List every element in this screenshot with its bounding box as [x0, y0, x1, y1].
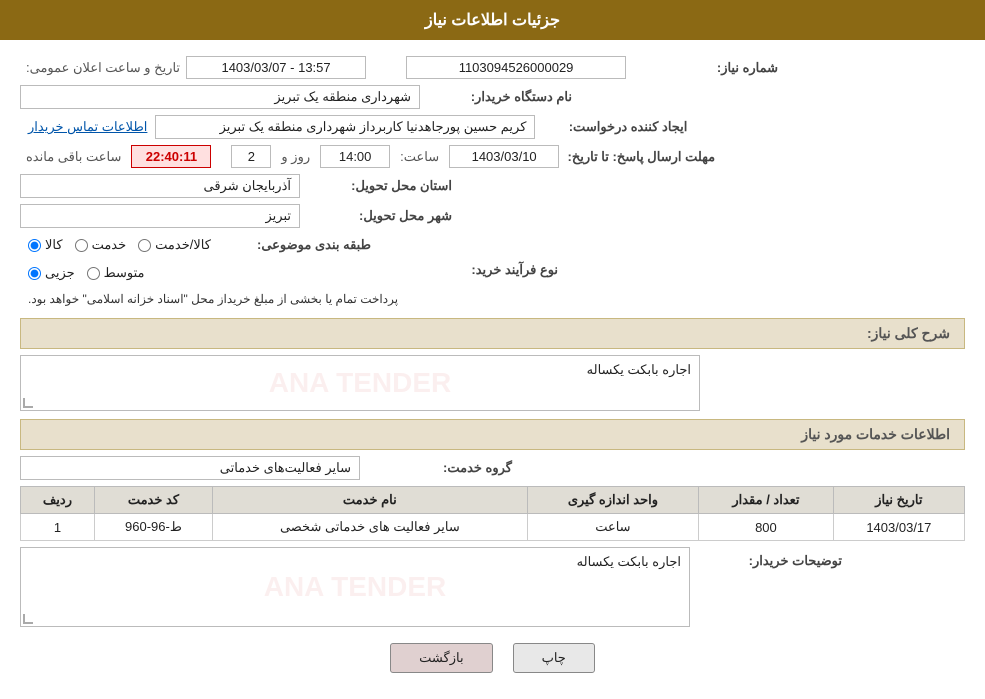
- deadline-timer: 22:40:11: [131, 145, 211, 168]
- button-row: چاپ بازگشت: [20, 643, 965, 673]
- process-jozvi-item: جزیی: [28, 265, 75, 281]
- page-title: جزئیات اطلاعات نیاز: [425, 12, 560, 29]
- category-kala-khedmat-item: کالا/خدمت: [138, 237, 211, 253]
- category-kala-label: کالا: [45, 237, 63, 253]
- deadline-days-label: روز و: [275, 146, 316, 168]
- print-button[interactable]: چاپ: [513, 643, 595, 673]
- col-header-row: ردیف: [21, 487, 95, 514]
- deadline-remaining-label: ساعت باقی مانده: [20, 146, 127, 168]
- content-area: شماره نیاز: 1103094526000029 1403/03/07 …: [0, 50, 985, 679]
- process-jozvi-label: جزیی: [45, 265, 75, 281]
- need-number-row: شماره نیاز: 1103094526000029 1403/03/07 …: [20, 56, 965, 79]
- col-header-count: تعداد / مقدار: [699, 487, 834, 514]
- process-jozvi-radio[interactable]: [28, 267, 41, 280]
- deadline-date: 1403/03/10: [449, 145, 559, 168]
- services-section-title: اطلاعات خدمات مورد نیاز: [20, 419, 965, 450]
- service-group-row: گروه خدمت: سایر فعالیت‌های خدماتی: [20, 456, 965, 480]
- services-section-label: اطلاعات خدمات مورد نیاز: [801, 426, 950, 442]
- cell-name: سایر فعالیت های خدماتی شخصی: [212, 514, 527, 541]
- description-row: اجاره بابکت یکساله ANA TENDER: [20, 355, 965, 411]
- cell-code: ط-96-960: [94, 514, 212, 541]
- province-value: آذربایجان شرقی: [20, 174, 300, 198]
- category-row: طبقه بندی موضوعی: کالا/خدمت خدمت کالا: [20, 234, 965, 256]
- col-header-unit: واحد اندازه گیری: [527, 487, 698, 514]
- page-container: جزئیات اطلاعات نیاز شماره نیاز: 11030945…: [0, 0, 985, 699]
- need-number-label: شماره نیاز:: [626, 60, 786, 76]
- category-kala-khedmat-label: کالا/خدمت: [155, 237, 211, 253]
- category-kala-radio[interactable]: [28, 239, 41, 252]
- cell-unit: ساعت: [527, 514, 698, 541]
- cell-row: 1: [21, 514, 95, 541]
- deadline-row: مهلت ارسال پاسخ: تا تاریخ: 1403/03/10 سا…: [20, 145, 965, 168]
- description-section-title: شرح کلی نیاز:: [20, 318, 965, 349]
- city-value: تبریز: [20, 204, 300, 228]
- resize-handle[interactable]: [23, 398, 33, 408]
- org-name-label: نام دستگاه خریدار:: [420, 89, 580, 105]
- category-khedmat-item: خدمت: [75, 237, 127, 253]
- buyer-desc-value: اجاره بابکت یکساله: [577, 554, 681, 569]
- process-note: پرداخت تمام یا بخشی از مبلغ خریداز محل "…: [20, 288, 406, 310]
- buyer-desc-label: توضیحات خریدار:: [690, 547, 850, 569]
- need-number-value: 1103094526000029: [406, 56, 626, 79]
- contact-link[interactable]: اطلاعات تماس خریدار: [20, 116, 155, 138]
- deadline-days: 2: [231, 145, 271, 168]
- category-radio-group: کالا/خدمت خدمت کالا: [20, 234, 219, 256]
- process-motavaset-item: متوسط: [87, 265, 145, 281]
- back-button[interactable]: بازگشت: [390, 643, 492, 673]
- category-khedmat-label: خدمت: [92, 237, 127, 253]
- category-khedmat-radio[interactable]: [75, 239, 88, 252]
- service-group-label: گروه خدمت:: [360, 460, 520, 476]
- process-row: نوع فرآیند خرید: متوسط جزیی پرداخت تمام …: [20, 262, 965, 310]
- org-name-row: نام دستگاه خریدار: شهرداری منطقه یک تبری…: [20, 85, 965, 109]
- cell-count: 800: [699, 514, 834, 541]
- province-row: استان محل تحویل: آذربایجان شرقی: [20, 174, 965, 198]
- buyer-desc-resize[interactable]: [23, 614, 33, 624]
- category-kala-item: کالا: [28, 237, 63, 253]
- buyer-desc-row: توضیحات خریدار: اجاره بابکت یکساله ANA T…: [20, 547, 965, 627]
- buyer-desc-box: اجاره بابکت یکساله ANA TENDER: [20, 547, 690, 627]
- creator-value: کریم حسین پورجاهدنیا کاربرداز شهرداری من…: [155, 115, 535, 139]
- description-section-label: شرح کلی نیاز:: [867, 325, 950, 341]
- city-label: شهر محل تحویل:: [300, 208, 460, 224]
- services-table-container: تاریخ نیاز تعداد / مقدار واحد اندازه گیر…: [20, 486, 965, 541]
- deadline-time: 14:00: [320, 145, 390, 168]
- process-motavaset-radio[interactable]: [87, 267, 100, 280]
- services-table: تاریخ نیاز تعداد / مقدار واحد اندازه گیر…: [20, 486, 965, 541]
- public-date-value: 1403/03/07 - 13:57: [186, 56, 366, 79]
- table-row: 1403/03/17 800 ساعت سایر فعالیت های خدما…: [21, 514, 965, 541]
- service-group-value: سایر فعالیت‌های خدماتی: [20, 456, 360, 480]
- deadline-timer-label: [215, 154, 227, 160]
- category-kala-khedmat-radio[interactable]: [138, 239, 151, 252]
- creator-label: ایجاد کننده درخواست:: [535, 119, 695, 135]
- col-header-code: کد خدمت: [94, 487, 212, 514]
- org-name-value: شهرداری منطقه یک تبریز: [20, 85, 420, 109]
- col-header-name: نام خدمت: [212, 487, 527, 514]
- process-radio-group: متوسط جزیی: [20, 262, 153, 284]
- page-header: جزئیات اطلاعات نیاز: [0, 0, 985, 40]
- city-row: شهر محل تحویل: تبریز: [20, 204, 965, 228]
- deadline-label: مهلت ارسال پاسخ: تا تاریخ:: [563, 149, 723, 165]
- cell-date: 1403/03/17: [833, 514, 964, 541]
- process-motavaset-label: متوسط: [104, 265, 145, 281]
- creator-row: ایجاد کننده درخواست: کریم حسین پورجاهدنی…: [20, 115, 965, 139]
- category-label: طبقه بندی موضوعی:: [219, 237, 379, 253]
- col-header-date: تاریخ نیاز: [833, 487, 964, 514]
- process-label: نوع فرآیند خرید:: [406, 262, 566, 278]
- public-date-label: تاریخ و ساعت اعلان عمومی:: [20, 57, 186, 79]
- province-label: استان محل تحویل:: [300, 178, 460, 194]
- description-value: اجاره بابکت یکساله: [587, 362, 691, 377]
- description-box: اجاره بابکت یکساله ANA TENDER: [20, 355, 700, 411]
- deadline-time-label: ساعت:: [394, 146, 445, 168]
